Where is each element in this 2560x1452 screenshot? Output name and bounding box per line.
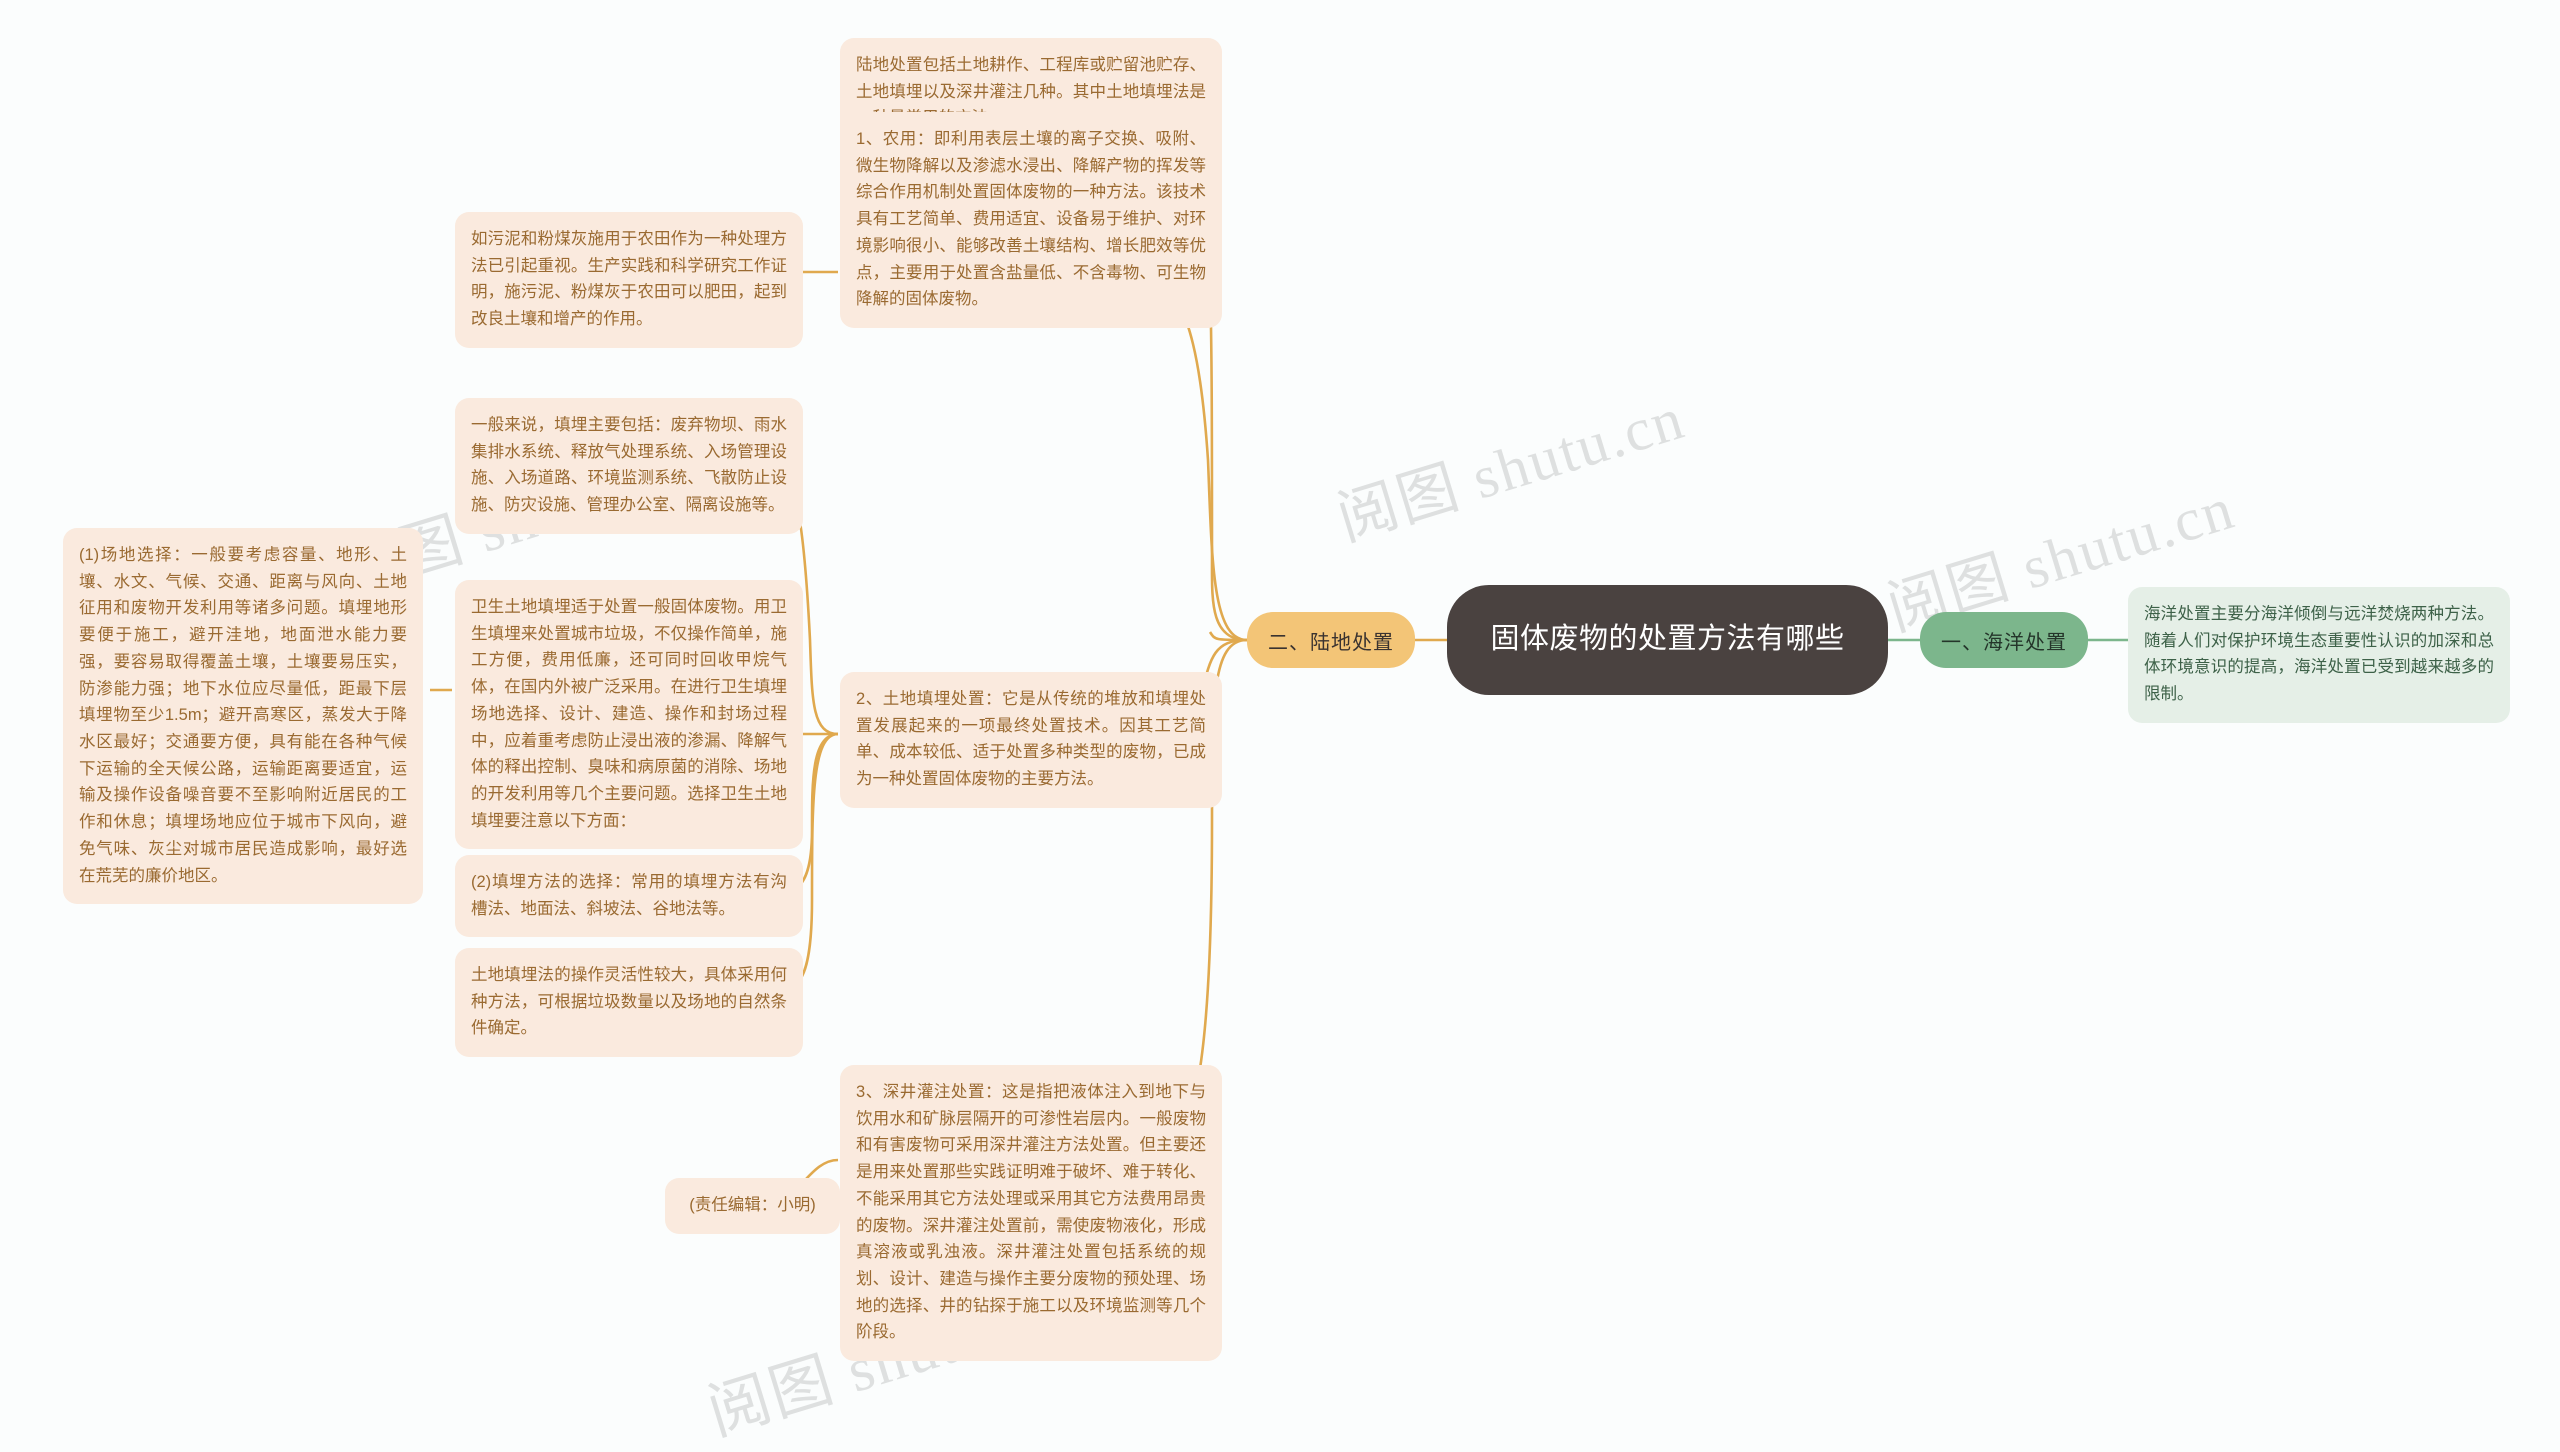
root-title: 固体废物的处置方法有哪些 [1490, 623, 1845, 656]
leaf-sanitary-landfill[interactable]: 卫生土地填埋适于处置一般固体废物。用卫生填埋来处置城市垃圾，不仅操作简单，施工方… [455, 580, 803, 850]
leaf-ocean-detail[interactable]: 海洋处置主要分海洋倾倒与远洋焚烧两种方法。随着人们对保护环境生态重要性认识的加深… [2128, 587, 2510, 723]
leaf-editor-note[interactable]: (责任编辑：小明) [665, 1178, 840, 1234]
leaf-landfill-components[interactable]: 一般来说，填埋主要包括：废弃物坝、雨水集排水系统、释放气处理系统、入场管理设施、… [455, 398, 803, 534]
root-node[interactable]: 固体废物的处置方法有哪些 [1447, 585, 1888, 695]
leaf-flexibility[interactable]: 土地填埋法的操作灵活性较大，具体采用何种方法，可根据垃圾数量以及场地的自然条件确… [455, 948, 803, 1058]
branch-node-land[interactable]: 二、陆地处置 [1247, 612, 1415, 668]
leaf-deep-well[interactable]: 3、深井灌注处置：这是指把液体注入到地下与饮用水和矿脉层隔开的可渗性岩层内。一般… [840, 1065, 1222, 1362]
leaf-sludge-flyash[interactable]: 如污泥和粉煤灰施用于农田作为一种处理方法已引起重视。生产实践和科学研究工作证明，… [455, 212, 803, 348]
leaf-site-selection[interactable]: (1)场地选择：一般要考虑容量、地形、土壤、水文、气候、交通、距离与风向、土地征… [63, 528, 423, 905]
branch-label-ocean: 一、海洋处置 [1941, 631, 2067, 654]
mindmap-canvas: 阅图 shutu.cn 阅图 shutu.cn 阅图 shutu.cn 阅图 s… [0, 0, 2560, 1448]
branch-label-land: 二、陆地处置 [1268, 631, 1394, 654]
leaf-agri-use[interactable]: 1、农用：即利用表层土壤的离子交换、吸附、微生物降解以及渗滤水浸出、降解产物的挥… [840, 112, 1222, 329]
watermark: 阅图 shutu.cn [1329, 384, 1693, 553]
leaf-method-choice[interactable]: (2)填埋方法的选择：常用的填埋方法有沟槽法、地面法、斜坡法、谷地法等。 [455, 855, 803, 938]
branch-node-ocean[interactable]: 一、海洋处置 [1920, 612, 2088, 668]
leaf-landfill[interactable]: 2、土地填埋处置：它是从传统的堆放和填埋处置发展起来的一项最终处置技术。因其工艺… [840, 672, 1222, 808]
